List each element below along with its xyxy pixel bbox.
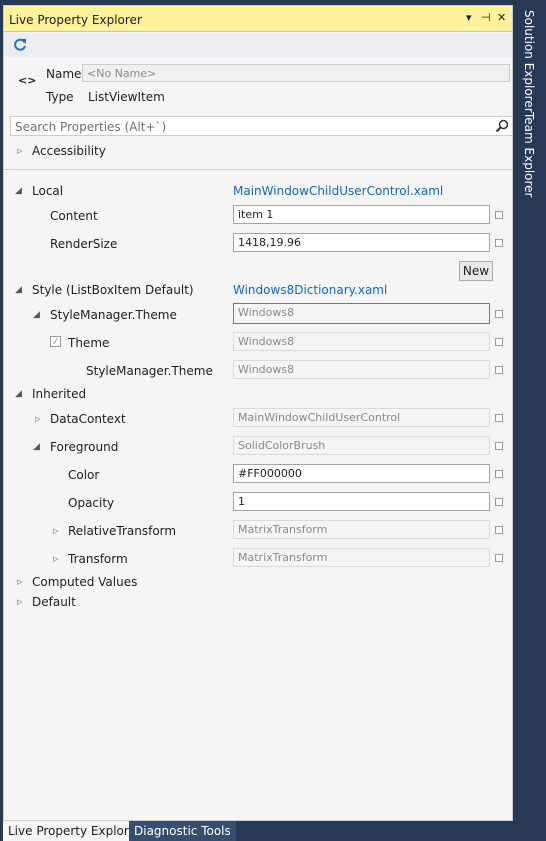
expand-computed-icon[interactable]: ▷ (17, 578, 22, 586)
tab-diagnostic-tools[interactable]: Diagnostic Tools (129, 821, 236, 841)
transform-label: Transform (68, 552, 128, 566)
datacontext-marker[interactable] (495, 414, 503, 422)
nested-stylemanager-theme-marker[interactable] (495, 366, 503, 374)
foreground-label: Foreground (50, 440, 119, 454)
datacontext-label: DataContext (50, 412, 126, 426)
content-label: Content (50, 209, 98, 223)
section-inherited[interactable]: Inherited (32, 387, 86, 401)
dropdown-icon[interactable]: ▾ (466, 11, 472, 24)
section-accessibility[interactable]: Accessibility (32, 144, 106, 158)
datacontext-field[interactable]: MainWindowChildUserControl (233, 408, 490, 427)
tab-live-property-explorer[interactable]: Live Property Explorer (3, 821, 146, 841)
pin-icon[interactable]: ⊣ (481, 11, 491, 24)
bottom-tab-strip: Live Property Explorer Diagnostic Tools (0, 821, 546, 841)
stylemanager-theme-marker[interactable] (495, 310, 503, 318)
close-icon[interactable]: ✕ (497, 11, 506, 24)
expand-accessibility-icon[interactable]: ▷ (17, 147, 22, 155)
opacity-field[interactable]: 1 (233, 492, 490, 511)
local-source-link[interactable]: MainWindowChildUserControl.xaml (233, 184, 443, 198)
panel-title-bar: Live Property Explorer ▾ ⊣ ✕ (4, 6, 512, 32)
content-field[interactable]: item 1 (233, 205, 490, 224)
name-label: Name (46, 67, 82, 81)
type-label: Type (46, 90, 74, 104)
section-default[interactable]: Default (32, 595, 76, 609)
search-icon[interactable] (495, 119, 509, 133)
theme-marker[interactable] (495, 338, 503, 346)
refresh-icon[interactable] (12, 37, 28, 53)
rendersize-label: RenderSize (50, 237, 118, 251)
search-input[interactable]: Search Properties (Alt+`) (10, 116, 512, 136)
nested-stylemanager-theme-field[interactable]: Windows8 (233, 360, 490, 379)
rendersize-field[interactable]: 1418,19.96 (233, 233, 490, 252)
stylemanager-theme-label: StyleManager.Theme (50, 308, 177, 322)
foreground-marker[interactable] (495, 442, 503, 450)
relativetransform-field[interactable]: MatrixTransform (233, 520, 490, 539)
section-computed-values[interactable]: Computed Values (32, 575, 137, 589)
expand-transform-icon[interactable]: ▷ (53, 555, 58, 563)
tab-solution-explorer[interactable]: Solution Explorer (520, 4, 538, 119)
collapse-stylemanager-icon[interactable]: ◢ (33, 310, 40, 320)
separator (4, 169, 512, 170)
theme-field[interactable]: Windows8 (233, 332, 490, 351)
expand-default-icon[interactable]: ▷ (17, 598, 22, 606)
style-source-link[interactable]: Windows8Dictionary.xaml (233, 283, 387, 297)
stylemanager-theme-field[interactable]: Windows8 (233, 303, 490, 324)
tab-team-explorer[interactable]: Team Explorer (520, 106, 538, 204)
collapse-inherited-icon[interactable]: ◢ (15, 389, 22, 399)
search-placeholder: Search Properties (Alt+`) (15, 120, 167, 134)
nested-stylemanager-theme-label: StyleManager.Theme (86, 364, 213, 378)
section-style[interactable]: Style (ListBoxItem Default) (32, 283, 194, 297)
collapse-style-icon[interactable]: ◢ (15, 285, 22, 295)
relativetransform-marker[interactable] (495, 526, 503, 534)
color-label: Color (68, 468, 100, 482)
name-field[interactable]: <No Name> (82, 64, 510, 82)
panel-title: Live Property Explorer (9, 13, 142, 27)
color-marker[interactable] (495, 470, 503, 478)
expand-relativetransform-icon[interactable]: ▷ (53, 527, 58, 535)
transform-marker[interactable] (495, 554, 503, 562)
name-placeholder: <No Name> (87, 67, 157, 80)
color-field[interactable]: #FF000000 (233, 464, 490, 483)
opacity-label: Opacity (68, 496, 115, 510)
opacity-marker[interactable] (495, 498, 503, 506)
content-marker[interactable] (495, 211, 503, 219)
section-local[interactable]: Local (32, 184, 63, 198)
rendersize-marker[interactable] (495, 239, 503, 247)
expand-datacontext-icon[interactable]: ▷ (35, 415, 40, 423)
live-property-explorer-panel: Live Property Explorer ▾ ⊣ ✕ <> Name <No… (3, 5, 513, 821)
collapse-foreground-icon[interactable]: ◢ (33, 442, 40, 452)
theme-label: Theme (68, 336, 110, 350)
foreground-field[interactable]: SolidColorBrush (233, 436, 490, 455)
toolbar (4, 33, 512, 57)
type-value: ListViewItem (88, 90, 165, 104)
side-tab-strip: Solution Explorer Team Explorer (515, 0, 546, 821)
collapse-local-icon[interactable]: ◢ (15, 186, 22, 196)
transform-field[interactable]: MatrixTransform (233, 548, 490, 567)
new-button[interactable]: New (459, 261, 493, 281)
theme-checkbox[interactable]: ⁄ (50, 336, 61, 347)
relativetransform-label: RelativeTransform (68, 524, 177, 538)
element-code-icon: <> (18, 74, 37, 87)
